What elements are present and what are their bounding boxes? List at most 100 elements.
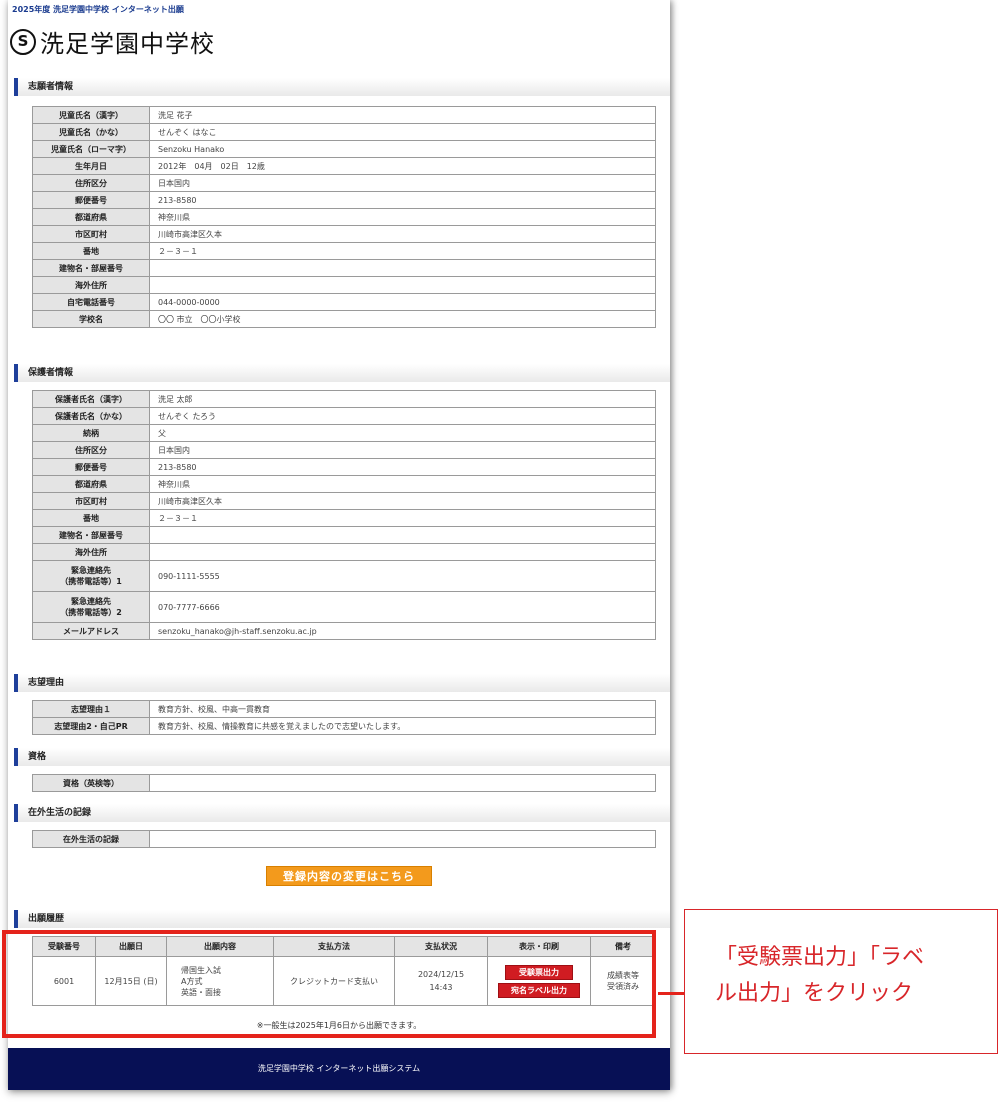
table-row: 緊急連絡先 （携帯電話等）1 090-1111-5555 xyxy=(32,560,656,592)
field-value: ２－３－１ xyxy=(149,509,656,527)
field-value: 神奈川県 xyxy=(149,208,656,226)
field-value: 213-8580 xyxy=(149,191,656,209)
field-label: 番地 xyxy=(32,509,150,527)
field-label: 海外住所 xyxy=(32,276,150,294)
section-header-guardian: 保護者情報 xyxy=(14,364,670,382)
table-row: 市区町村 川崎市高津区久本 xyxy=(32,225,656,243)
field-value: せんぞく たろう xyxy=(149,407,656,425)
table-row: 郵便番号 213-8580 xyxy=(32,191,656,209)
field-value xyxy=(149,526,656,544)
field-value: 213-8580 xyxy=(149,458,656,476)
field-label: 建物名・部屋番号 xyxy=(32,259,150,277)
field-label: 保護者氏名（かな） xyxy=(32,407,150,425)
field-label: 保護者氏名（漢字） xyxy=(32,390,150,408)
field-label: 建物名・部屋番号 xyxy=(32,526,150,544)
field-value: 洗足 花子 xyxy=(149,106,656,124)
applicant-info-table: 児童氏名（漢字） 洗足 花子 児童氏名（かな） せんぞく はなこ 児童氏名（ローマ字） S… xyxy=(32,106,656,328)
table-row: メールアドレス senzoku_hanako@jh-staff.senzoku.a… xyxy=(32,622,656,640)
table-row: 生年月日 2012年 04月 02日 12歳 xyxy=(32,157,656,175)
table-row: 志望理由１ 教育方針、校風、中高一貫教育 xyxy=(32,700,656,718)
field-label: 郵便番号 xyxy=(32,191,150,209)
section-header-history: 出願履歴 xyxy=(14,910,670,928)
field-value xyxy=(149,774,656,792)
field-label: 緊急連絡先 （携帯電話等）2 xyxy=(32,591,150,623)
field-label: 児童氏名（漢字） xyxy=(32,106,150,124)
school-logo: S 洗足学園中学校 xyxy=(10,24,215,59)
field-label: 児童氏名（ローマ字） xyxy=(32,140,150,158)
field-value: 2012年 04月 02日 12歳 xyxy=(149,157,656,175)
table-row: 児童氏名（漢字） 洗足 花子 xyxy=(32,106,656,124)
field-value: 090-1111-5555 xyxy=(149,560,656,592)
field-value: 神奈川県 xyxy=(149,475,656,493)
field-label: 都道府県 xyxy=(32,475,150,493)
table-row: 学校名 〇〇 市立 〇〇小学校 xyxy=(32,310,656,328)
section-header-overseas: 在外生活の記録 xyxy=(14,804,670,822)
field-label: 資格（英検等） xyxy=(32,774,150,792)
field-label: 自宅電話番号 xyxy=(32,293,150,311)
motive-table: 志望理由１ 教育方針、校風、中高一貫教育 志望理由2・自己PR 教育方針、校風、情操教… xyxy=(32,700,656,735)
section-header-motive: 志望理由 xyxy=(14,674,670,692)
field-value: 川崎市高津区久本 xyxy=(149,225,656,243)
field-value: Senzoku Hanako xyxy=(149,140,656,158)
table-row: 都道府県 神奈川県 xyxy=(32,208,656,226)
field-value: 川崎市高津区久本 xyxy=(149,492,656,510)
table-row: 都道府県 神奈川県 xyxy=(32,475,656,493)
section-header-qualification: 資格 xyxy=(14,748,670,766)
field-value: 教育方針、校風、中高一貫教育 xyxy=(149,700,656,718)
section-header-applicant: 志願者情報 xyxy=(14,78,670,96)
table-row: 志望理由2・自己PR 教育方針、校風、情操教育に共感を覚えましたので志望いたします… xyxy=(32,717,656,735)
field-value: 教育方針、校風、情操教育に共感を覚えましたので志望いたします。 xyxy=(149,717,656,735)
footer-bar: 洗足学園中学校 インターネット出願システム xyxy=(8,1048,670,1090)
field-value: 洗足 太郎 xyxy=(149,390,656,408)
table-row: 住所区分 日本国内 xyxy=(32,174,656,192)
field-label: 番地 xyxy=(32,242,150,260)
field-value: 日本国内 xyxy=(149,441,656,459)
field-value xyxy=(149,259,656,277)
overseas-table: 在外生活の記録 xyxy=(32,830,656,848)
table-row: 自宅電話番号 044-0000-0000 xyxy=(32,293,656,311)
field-value: 〇〇 市立 〇〇小学校 xyxy=(149,310,656,328)
field-label: 志望理由2・自己PR xyxy=(32,717,150,735)
callout-line-2: ル出力」をクリック xyxy=(715,981,914,1006)
field-label: 住所区分 xyxy=(32,174,150,192)
table-row: 建物名・部屋番号 xyxy=(32,526,656,544)
table-row: 続柄父 xyxy=(32,424,656,442)
field-label: 都道府県 xyxy=(32,208,150,226)
callout-connector-line xyxy=(658,992,684,995)
table-row: 建物名・部屋番号 xyxy=(32,259,656,277)
callout-line-1: 「受験票出力」「ラベ xyxy=(715,945,925,970)
field-value: 日本国内 xyxy=(149,174,656,192)
field-value: ２－３－１ xyxy=(149,242,656,260)
edit-registration-button[interactable]: 登録内容の変更はこちら xyxy=(266,866,432,886)
field-value: せんぞく はなこ xyxy=(149,123,656,141)
application-page: 2025年度 洗足学園中学校 インターネット出願 S 洗足学園中学校 志願者情報… xyxy=(8,0,670,1090)
page-subtitle: 2025年度 洗足学園中学校 インターネット出願 xyxy=(12,5,184,14)
field-label: 郵便番号 xyxy=(32,458,150,476)
field-label: 児童氏名（かな） xyxy=(32,123,150,141)
table-row: 海外住所 xyxy=(32,543,656,561)
field-label: 志望理由１ xyxy=(32,700,150,718)
field-label: 住所区分 xyxy=(32,441,150,459)
field-value: 044-0000-0000 xyxy=(149,293,656,311)
field-label: 生年月日 xyxy=(32,157,150,175)
school-name: 洗足学園中学校 xyxy=(40,30,215,58)
table-row: 児童氏名（かな） せんぞく はなこ xyxy=(32,123,656,141)
field-label: 学校名 xyxy=(32,310,150,328)
field-value xyxy=(149,830,656,848)
table-row: 保護者氏名（かな） せんぞく たろう xyxy=(32,407,656,425)
table-row: 児童氏名（ローマ字） Senzoku Hanako xyxy=(32,140,656,158)
table-row: 郵便番号 213-8580 xyxy=(32,458,656,476)
field-value xyxy=(149,543,656,561)
table-row: 番地 ２－３－１ xyxy=(32,242,656,260)
table-row: 海外住所 xyxy=(32,276,656,294)
callout-box: 「受験票出力」「ラベ ル出力」をクリック xyxy=(684,909,998,1054)
field-label: 市区町村 xyxy=(32,225,150,243)
table-row: 保護者氏名（漢字） 洗足 太郎 xyxy=(32,390,656,408)
field-value: senzoku_hanako@jh-staff.senzoku.ac.jp xyxy=(149,622,656,640)
field-label: 在外生活の記録 xyxy=(32,830,150,848)
field-value: 070-7777-6666 xyxy=(149,591,656,623)
field-value: 父 xyxy=(149,424,656,442)
highlight-frame xyxy=(2,930,656,1038)
field-label: 緊急連絡先 （携帯電話等）1 xyxy=(32,560,150,592)
field-label: 続柄 xyxy=(32,424,150,442)
